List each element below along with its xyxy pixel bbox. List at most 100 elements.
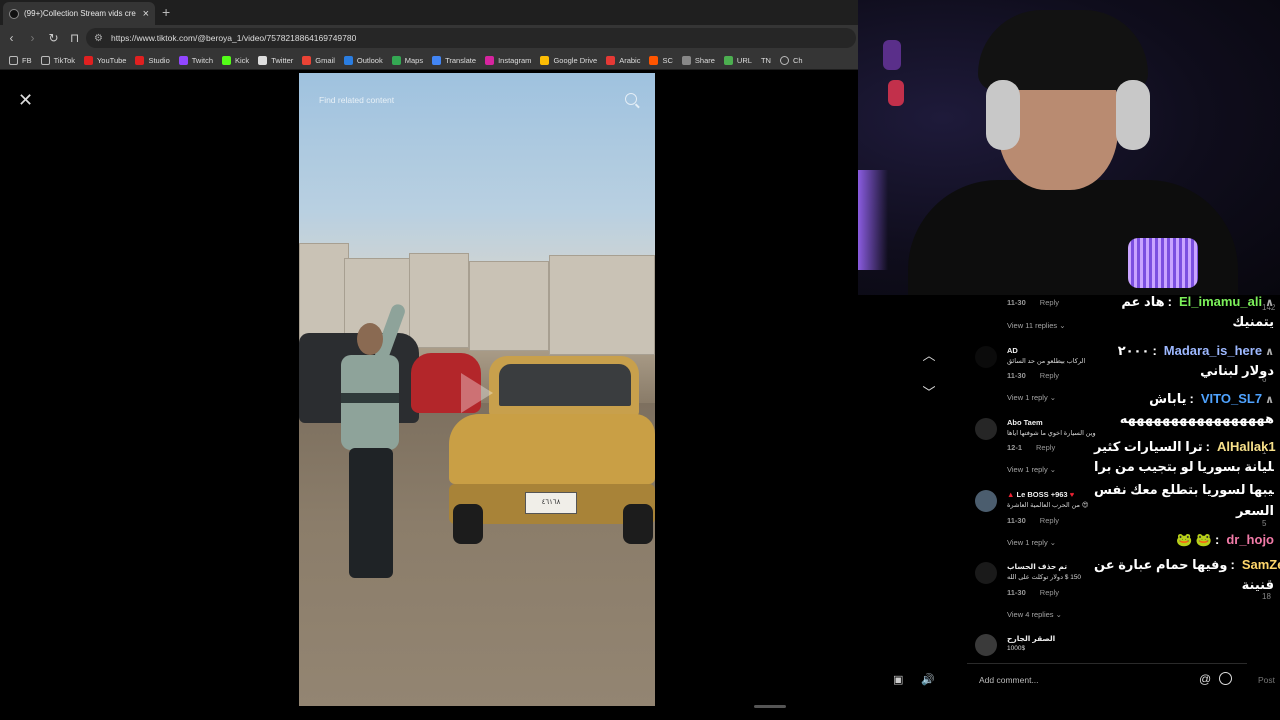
previous-video-icon[interactable]: ︿: [920, 347, 938, 365]
outlook-icon: [343, 55, 353, 65]
new-tab-icon[interactable]: +: [162, 4, 170, 20]
volume-icon[interactable]: 🔊: [921, 673, 935, 686]
bookmark-instagram[interactable]: Instagram: [485, 55, 531, 65]
bookmark-youtube[interactable]: YouTube: [83, 55, 126, 65]
bookmark-arabic[interactable]: Arabic: [606, 55, 640, 65]
avatar[interactable]: [975, 490, 997, 512]
share-icon: [681, 55, 691, 65]
post-button[interactable]: Post: [1258, 675, 1275, 685]
browser-tab[interactable]: (99+)Collection Stream vids cre ×: [3, 2, 155, 25]
building: [469, 261, 549, 351]
view-replies-button[interactable]: View 1 reply ⌄: [1007, 393, 1056, 402]
chat-message-continued: وبتجيبها لسوريا بتطلع معك نفس: [1094, 482, 1274, 497]
bookmark-kick[interactable]: Kick: [222, 55, 249, 65]
next-video-icon[interactable]: ﹀: [920, 384, 938, 402]
gmail-icon: [302, 55, 312, 65]
red-flag-icon: ▲: [1007, 490, 1015, 499]
bookmark-icon[interactable]: ⊓: [65, 31, 84, 45]
license-plate: ٤٦١٦٨: [525, 492, 577, 514]
horizontal-scrollbar[interactable]: [754, 705, 786, 708]
chat-message-continued: قنينة: [1241, 577, 1274, 592]
comment-author[interactable]: AD: [1007, 346, 1018, 355]
tiktok-page: ✕ ٤٦١٦٨ Find related content: [0, 71, 858, 720]
bookmark-share[interactable]: Share: [681, 55, 715, 65]
folder-icon: [40, 55, 50, 65]
chat-message: ٢٠٠٠: Madara_is_here ∧: [1117, 343, 1274, 358]
play-icon[interactable]: [461, 373, 493, 413]
comment-text: 150 $ دولار توكلت على الله: [1007, 574, 1082, 581]
chat-message-continued: غليانة بسوريا لو بتجيب من برا: [1094, 459, 1274, 474]
reply-button[interactable]: Reply: [1040, 298, 1059, 307]
like-count: 18: [1262, 592, 1271, 601]
site-settings-icon[interactable]: ⚙: [94, 33, 103, 44]
add-comment-input[interactable]: Add comment...: [979, 675, 1039, 685]
browser-tabstrip: (99+)Collection Stream vids cre × +: [0, 0, 858, 25]
avatar[interactable]: [975, 346, 997, 368]
bookmark-tiktok[interactable]: TikTok: [40, 55, 75, 65]
like-count: 5: [1262, 519, 1267, 528]
bookmark-tn[interactable]: TN: [761, 56, 771, 65]
x-icon: [258, 55, 268, 65]
video-player[interactable]: ٤٦١٦٨ Find related content: [299, 73, 655, 706]
address-bar[interactable]: ⚙ https://www.tiktok.com/@beroya_1/video…: [86, 28, 856, 48]
avatar[interactable]: [975, 418, 997, 440]
translate-icon: [432, 55, 442, 65]
instagram-icon: [485, 55, 495, 65]
reply-button[interactable]: Reply: [1040, 516, 1059, 525]
headphone: [986, 80, 1020, 150]
view-replies-button[interactable]: View 4 replies ⌄: [1007, 610, 1062, 619]
reply-button[interactable]: Reply: [1036, 443, 1055, 452]
tab-title: (99+)Collection Stream vids cre: [24, 9, 136, 18]
comment-author[interactable]: Abo Taem: [1007, 418, 1043, 427]
add-comment-bar[interactable]: Add comment... @: [967, 663, 1247, 695]
bookmark-fb[interactable]: FB: [9, 55, 32, 65]
building: [549, 255, 655, 355]
bookmark-sc[interactable]: SC: [649, 55, 673, 65]
mention-icon[interactable]: @: [1199, 672, 1211, 686]
google-drive-icon: [540, 55, 550, 65]
bookmark-google-drive[interactable]: Google Drive: [540, 55, 597, 65]
bookmark-translate[interactable]: Translate: [432, 55, 476, 65]
tiktok-favicon-icon: [9, 8, 19, 19]
emoji-icon[interactable]: [1219, 672, 1232, 685]
bookmark-gmail[interactable]: Gmail: [302, 55, 335, 65]
comment-text: 1000$: [1007, 645, 1026, 652]
twitch-icon: [178, 55, 188, 65]
related-search[interactable]: Find related content: [309, 87, 645, 113]
view-replies-button[interactable]: View 1 reply ⌄: [1007, 465, 1056, 474]
bookmark-twitter[interactable]: Twitter: [258, 55, 293, 65]
search-icon[interactable]: [625, 93, 637, 105]
arabic-icon: [606, 55, 616, 65]
bookmark-twitch[interactable]: Twitch: [178, 55, 213, 65]
comment-author[interactable]: تم حذف الحساب: [1007, 562, 1067, 571]
comment-author[interactable]: ▲ Le BOSS +963 ♥: [1007, 490, 1074, 499]
soundcloud-icon: [649, 55, 659, 65]
bookmark-ch[interactable]: Ch: [779, 55, 803, 65]
comment-text: وين السيارة اخوي ما شوفتها اياها: [1007, 430, 1096, 437]
led-light: [883, 40, 901, 70]
avatar[interactable]: [975, 562, 997, 584]
reload-icon[interactable]: ↻: [44, 31, 63, 45]
view-replies-button[interactable]: View 1 reply ⌄: [1007, 538, 1056, 547]
reply-button[interactable]: Reply: [1040, 371, 1059, 380]
forward-icon[interactable]: ›: [23, 31, 42, 45]
close-icon[interactable]: ✕: [18, 90, 33, 111]
reply-button[interactable]: Reply: [1040, 588, 1059, 597]
screen: (99+)Collection Stream vids cre × + ‹ › …: [0, 0, 1280, 720]
tab-close-icon[interactable]: ×: [143, 8, 149, 20]
bookmark-maps[interactable]: Maps: [391, 55, 423, 65]
comment-text: الركاب بيطلعو من حد السائق: [1007, 358, 1086, 365]
chat-message-continued: يتمنيك: [1232, 314, 1274, 329]
related-search-input[interactable]: Find related content: [319, 95, 645, 105]
comment-text: 😍 من الحرب العالمية العاشرة: [1007, 502, 1089, 509]
avatar[interactable]: [975, 634, 997, 656]
bookmark-studio[interactable]: Studio: [135, 55, 170, 65]
picture-in-picture-icon[interactable]: ▣: [893, 673, 903, 686]
comment-author[interactable]: الصقر الجارح: [1007, 634, 1055, 643]
back-icon[interactable]: ‹: [2, 31, 21, 45]
globe-icon: [779, 55, 789, 65]
bookmark-outlook[interactable]: Outlook: [343, 55, 383, 65]
bookmarks-bar: FB TikTok YouTube Studio Twitch Kick Twi…: [0, 51, 858, 70]
bookmark-url[interactable]: URL: [723, 55, 752, 65]
view-replies-button[interactable]: View 11 replies ⌄: [1007, 321, 1066, 330]
